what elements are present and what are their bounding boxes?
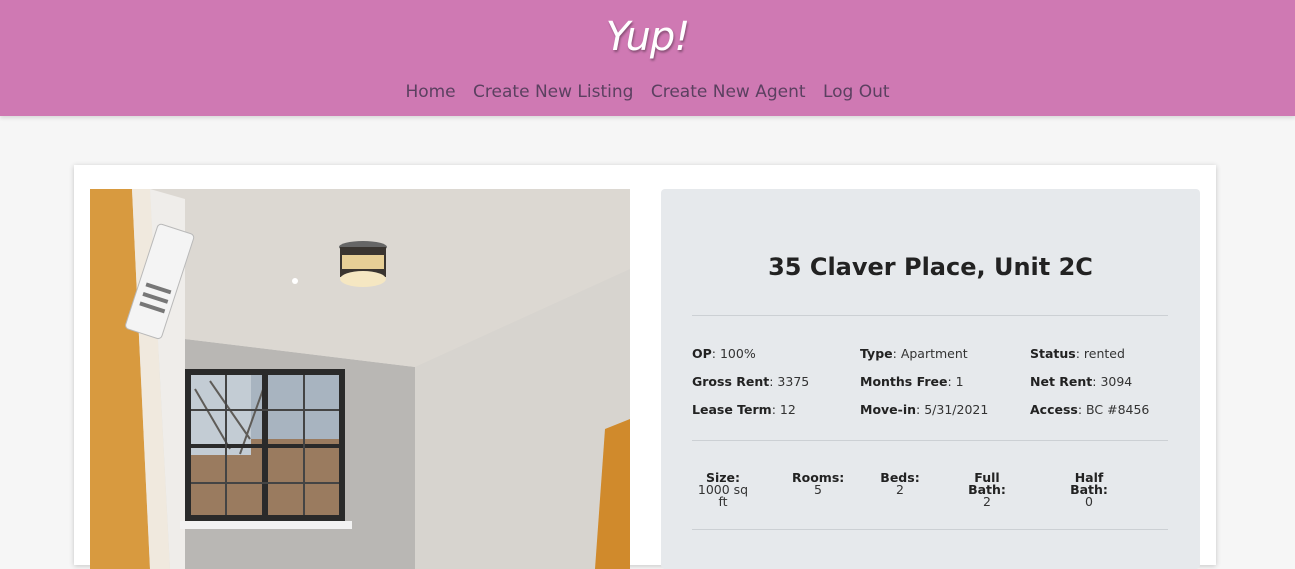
detail-label: Months Free <box>860 373 948 389</box>
spec-value: 5 <box>814 482 822 497</box>
detail-months-free: Months Free: 1 <box>860 373 964 389</box>
detail-value: 100% <box>719 345 756 361</box>
room-photo-illustration <box>90 189 630 569</box>
divider <box>692 440 1168 441</box>
listing-card: 35 Claver Place, Unit 2C OP: 100% Type: … <box>74 165 1216 569</box>
detail-value: 3375 <box>777 373 810 389</box>
detail-value: Apartment <box>900 345 968 361</box>
spec-full-bath: Full Bath: 2 <box>954 470 1020 509</box>
spec-value: 0 <box>1085 494 1093 509</box>
detail-label: OP <box>692 345 712 361</box>
detail-label: Lease Term <box>692 401 772 417</box>
detail-type: Type: Apartment <box>860 345 968 361</box>
spec-rooms: Rooms: 5 <box>792 471 844 497</box>
listing-specs: Size: 1000 sq ft Rooms: 5 Beds: 2 Full B… <box>692 470 1168 512</box>
listing-photo[interactable] <box>90 189 630 569</box>
spec-size: Size: 1000 sq ft <box>692 471 754 509</box>
detail-value: 1 <box>955 373 964 389</box>
detail-label: Status <box>1030 345 1076 361</box>
detail-value: 5/31/2021 <box>924 401 989 417</box>
detail-access: Access: BC #8456 <box>1030 401 1150 417</box>
detail-row: Lease Term: 12 Move-in: 5/31/2021 Access… <box>692 395 1172 423</box>
detail-lease-term: Lease Term: 12 <box>692 401 796 417</box>
detail-net-rent: Net Rent: 3094 <box>1030 373 1133 389</box>
nav-home-link[interactable]: Home <box>405 82 455 102</box>
detail-label: Net Rent <box>1030 373 1093 389</box>
spec-beds: Beds: 2 <box>879 471 921 497</box>
divider <box>692 315 1168 316</box>
spec-value: 2 <box>983 494 991 509</box>
nav-create-agent-link[interactable]: Create New Agent <box>651 82 806 102</box>
spec-label: Full Bath: <box>968 470 1006 497</box>
listing-details: OP: 100% Type: Apartment Status: rented … <box>692 339 1172 423</box>
detail-op: OP: 100% <box>692 345 756 361</box>
brand-logo[interactable]: Yup! <box>0 14 1295 60</box>
detail-value: 3094 <box>1100 373 1133 389</box>
main-nav: Home Create New Listing Create New Agent… <box>0 82 1295 102</box>
divider <box>692 529 1168 530</box>
spec-label: Half Bath: <box>1070 470 1108 497</box>
detail-status: Status: rented <box>1030 345 1125 361</box>
top-header: Yup! Home Create New Listing Create New … <box>0 0 1295 116</box>
spec-value: 1000 sq ft <box>697 482 749 509</box>
nav-create-listing-link[interactable]: Create New Listing <box>473 82 633 102</box>
detail-value: BC #8456 <box>1086 401 1150 417</box>
detail-gross-rent: Gross Rent: 3375 <box>692 373 810 389</box>
spec-half-bath: Half Bath: 0 <box>1054 470 1124 509</box>
spec-value: 2 <box>896 482 904 497</box>
detail-label: Gross Rent <box>692 373 770 389</box>
detail-row: Gross Rent: 3375 Months Free: 1 Net Rent… <box>692 367 1172 395</box>
detail-value: 12 <box>779 401 796 417</box>
nav-logout-link[interactable]: Log Out <box>823 82 890 102</box>
detail-label: Type <box>860 345 893 361</box>
detail-label: Move-in <box>860 401 917 417</box>
listing-info-panel: 35 Claver Place, Unit 2C OP: 100% Type: … <box>661 189 1200 569</box>
detail-row: OP: 100% Type: Apartment Status: rented <box>692 339 1172 367</box>
detail-value: rented <box>1083 345 1125 361</box>
detail-label: Access <box>1030 401 1078 417</box>
listing-address: 35 Claver Place, Unit 2C <box>768 253 1093 281</box>
detail-move-in: Move-in: 5/31/2021 <box>860 401 989 417</box>
